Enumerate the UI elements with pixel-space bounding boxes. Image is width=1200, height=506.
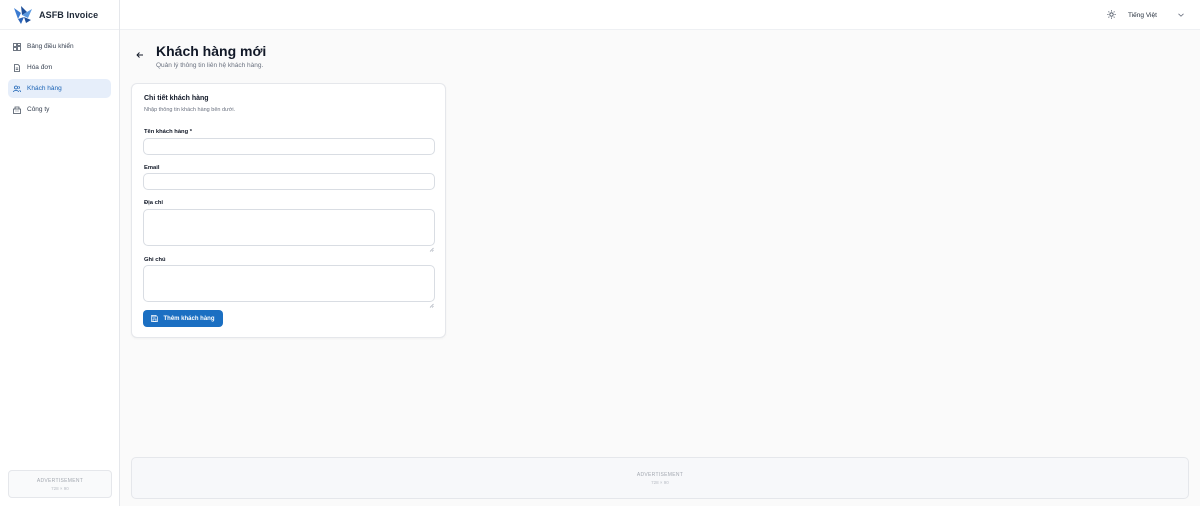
- add-customer-button-label: Thêm khách hàng: [163, 315, 215, 322]
- address-textarea[interactable]: [143, 209, 435, 246]
- footer-advertisement[interactable]: ADVERTISEMENT 728 × 90: [131, 457, 1189, 499]
- email-input[interactable]: [143, 173, 435, 190]
- invoice-icon: [13, 63, 21, 72]
- topbar: Tiếng Việt: [120, 0, 1200, 30]
- sidebar-item-dashboard[interactable]: Bảng điều khiển: [8, 37, 111, 56]
- resize-handle-icon[interactable]: [429, 295, 434, 308]
- sidebar-item-label: Hóa đơn: [27, 64, 53, 71]
- page-title: Khách hàng mới: [156, 43, 267, 59]
- sidebar-item-label: Công ty: [27, 106, 50, 113]
- card-description: Nhập thông tin khách hàng bên dưới.: [144, 107, 236, 113]
- sidebar-item-companies[interactable]: Công ty: [8, 100, 111, 119]
- notes-textarea[interactable]: [143, 265, 435, 302]
- resize-handle-icon[interactable]: [429, 239, 434, 252]
- card-title: Chi tiết khách hàng: [144, 95, 209, 102]
- sidebar-item-label: Khách hàng: [27, 85, 62, 92]
- ad-label: ADVERTISEMENT: [36, 477, 84, 484]
- page-subtitle: Quản lý thông tin liên hệ khách hàng.: [156, 62, 264, 69]
- save-icon: [151, 315, 159, 322]
- language-select[interactable]: Tiếng Việt: [1124, 9, 1184, 21]
- customer-details-card: Chi tiết khách hàng Nhập thông tin khách…: [131, 83, 446, 338]
- building-icon: [13, 106, 21, 114]
- users-icon: [13, 85, 21, 93]
- back-arrow-icon[interactable]: [136, 51, 144, 59]
- brand[interactable]: ASFB Invoice: [0, 0, 119, 30]
- chevron-down-icon: [1178, 13, 1184, 17]
- brand-logo-icon: [12, 5, 34, 25]
- sidebar-nav: Bảng điều khiển Hóa đơn Khách hàng Công …: [0, 30, 119, 119]
- sidebar-advertisement[interactable]: ADVERTISEMENT 728 × 90: [8, 470, 112, 498]
- ad-size: 728 × 90: [651, 479, 669, 485]
- language-value: Tiếng Việt: [1128, 11, 1157, 19]
- sidebar-item-label: Bảng điều khiển: [27, 43, 74, 50]
- customer-name-input[interactable]: [143, 138, 435, 155]
- sidebar-item-invoices[interactable]: Hóa đơn: [8, 58, 111, 77]
- ad-size: 728 × 90: [51, 485, 69, 491]
- customer-name-label: Tên khách hàng *: [144, 129, 192, 135]
- dashboard-icon: [13, 42, 21, 51]
- address-label: Địa chỉ: [144, 200, 164, 206]
- sidebar: ASFB Invoice Bảng điều khiển Hóa đơn Khá…: [0, 0, 120, 506]
- email-label: Email: [144, 165, 160, 171]
- sidebar-item-customers[interactable]: Khách hàng: [8, 79, 111, 98]
- notes-label: Ghi chú: [144, 257, 166, 263]
- sun-icon[interactable]: [1107, 10, 1116, 19]
- add-customer-button[interactable]: Thêm khách hàng: [143, 310, 223, 327]
- brand-name: ASFB Invoice: [39, 9, 99, 20]
- ad-label: ADVERTISEMENT: [636, 471, 684, 478]
